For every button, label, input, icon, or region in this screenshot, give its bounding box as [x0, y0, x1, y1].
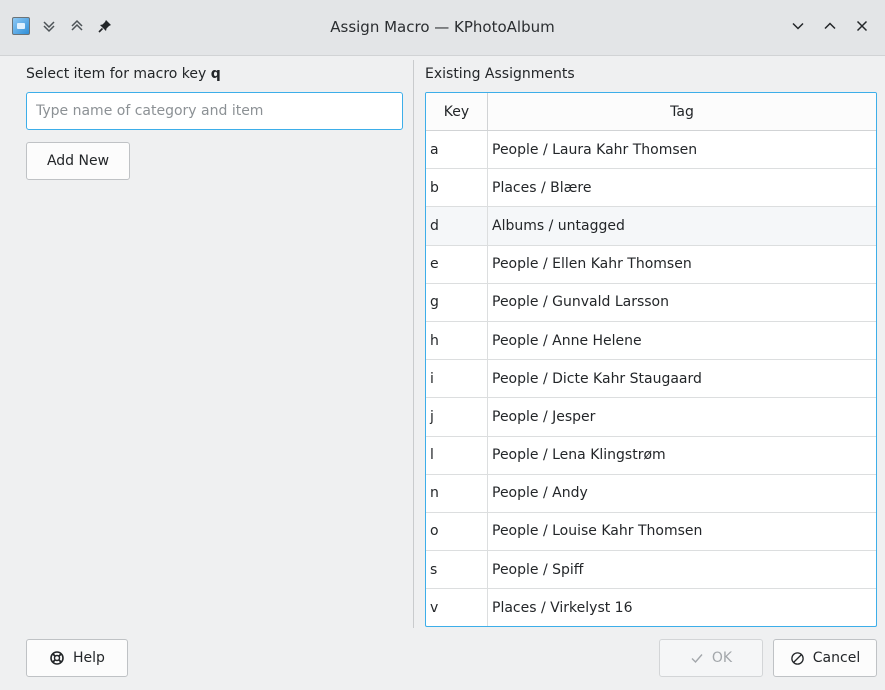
- row-key-cell: o: [426, 512, 488, 551]
- cancel-button[interactable]: Cancel: [773, 639, 877, 677]
- row-key-cell: i: [426, 360, 488, 398]
- row-key-cell: j: [426, 398, 488, 436]
- row-tag-cell: People / Louise Kahr Thomsen: [492, 523, 703, 540]
- existing-assignments-label: Existing Assignments: [425, 66, 575, 82]
- table-row[interactable]: v Places / Virkelyst 16: [426, 589, 876, 626]
- title-bar: Assign Macro — KPhotoAlbum: [0, 0, 885, 56]
- search-input[interactable]: [26, 92, 403, 130]
- table-row[interactable]: g People / Gunvald Larsson: [426, 283, 876, 322]
- row-key-cell: v: [426, 589, 488, 626]
- table-row[interactable]: o People / Louise Kahr Thomsen: [426, 512, 876, 552]
- row-key-cell: n: [426, 474, 488, 512]
- macro-key-value: q: [210, 66, 221, 82]
- table-row[interactable]: n People / Andy: [426, 474, 876, 513]
- table-row[interactable]: j People / Jesper: [426, 398, 876, 437]
- column-header-key[interactable]: Key: [426, 93, 488, 130]
- chevron-down-icon[interactable]: [789, 17, 807, 35]
- table-row[interactable]: s People / Spiff: [426, 551, 876, 590]
- table-row[interactable]: l People / Lena Klingstrøm: [426, 436, 876, 475]
- column-header-tag[interactable]: Tag: [488, 93, 876, 130]
- table-header: Key Tag: [426, 93, 876, 131]
- chevron-up-icon[interactable]: [821, 17, 839, 35]
- ok-button[interactable]: OK: [659, 639, 763, 677]
- row-key-cell: g: [426, 283, 488, 321]
- help-button[interactable]: Help: [26, 639, 128, 677]
- row-key-cell: a: [426, 131, 488, 169]
- macro-key-label-text: Select item for macro key: [26, 66, 211, 82]
- row-tag-cell: People / Jesper: [492, 408, 596, 425]
- row-tag-cell: People / Anne Helene: [492, 332, 642, 349]
- window-title: Assign Macro — KPhotoAlbum: [330, 18, 555, 36]
- cancel-button-label: Cancel: [812, 650, 861, 666]
- row-key-cell: d: [426, 207, 488, 245]
- splitter[interactable]: [413, 60, 414, 628]
- macro-key-label: Select item for macro key q: [26, 66, 221, 82]
- checkmark-icon: [690, 651, 704, 665]
- lifebuoy-icon: [49, 650, 65, 666]
- assignments-table[interactable]: Key Tag a People / Laura Kahr Thomsen b Pla…: [425, 92, 877, 627]
- table-row[interactable]: a People / Laura Kahr Thomsen: [426, 131, 876, 170]
- row-tag-cell: People / Ellen Kahr Thomsen: [492, 256, 692, 273]
- row-key-cell: l: [426, 436, 488, 474]
- cancel-circle-icon: [790, 651, 805, 666]
- table-row[interactable]: b Places / Blære: [426, 169, 876, 208]
- row-tag-cell: People / Andy: [492, 485, 588, 502]
- row-tag-cell: Places / Blære: [492, 179, 592, 196]
- row-tag-cell: People / Spiff: [492, 561, 584, 578]
- row-tag-cell: People / Lena Klingstrøm: [492, 447, 666, 464]
- add-new-button[interactable]: Add New: [26, 142, 130, 180]
- row-key-cell: h: [426, 321, 488, 360]
- row-key-cell: b: [426, 169, 488, 207]
- ok-button-label: OK: [711, 650, 733, 666]
- help-button-label: Help: [73, 650, 105, 666]
- table-row[interactable]: d Albums / untagged: [426, 207, 876, 246]
- table-body: a People / Laura Kahr Thomsen b Places / Bl…: [426, 131, 876, 626]
- row-tag-cell: People / Dicte Kahr Staugaard: [492, 370, 702, 387]
- row-key-cell: e: [426, 245, 488, 283]
- row-tag-cell: Places / Virkelyst 16: [492, 600, 633, 617]
- row-tag-cell: People / Laura Kahr Thomsen: [492, 141, 698, 158]
- row-tag-cell: Albums / untagged: [492, 217, 625, 234]
- row-tag-cell: People / Gunvald Larsson: [492, 294, 669, 311]
- close-icon[interactable]: [853, 17, 871, 35]
- table-row[interactable]: h People / Anne Helene: [426, 321, 876, 361]
- table-row[interactable]: e People / Ellen Kahr Thomsen: [426, 245, 876, 284]
- row-key-cell: s: [426, 551, 488, 589]
- table-row[interactable]: i People / Dicte Kahr Staugaard: [426, 360, 876, 399]
